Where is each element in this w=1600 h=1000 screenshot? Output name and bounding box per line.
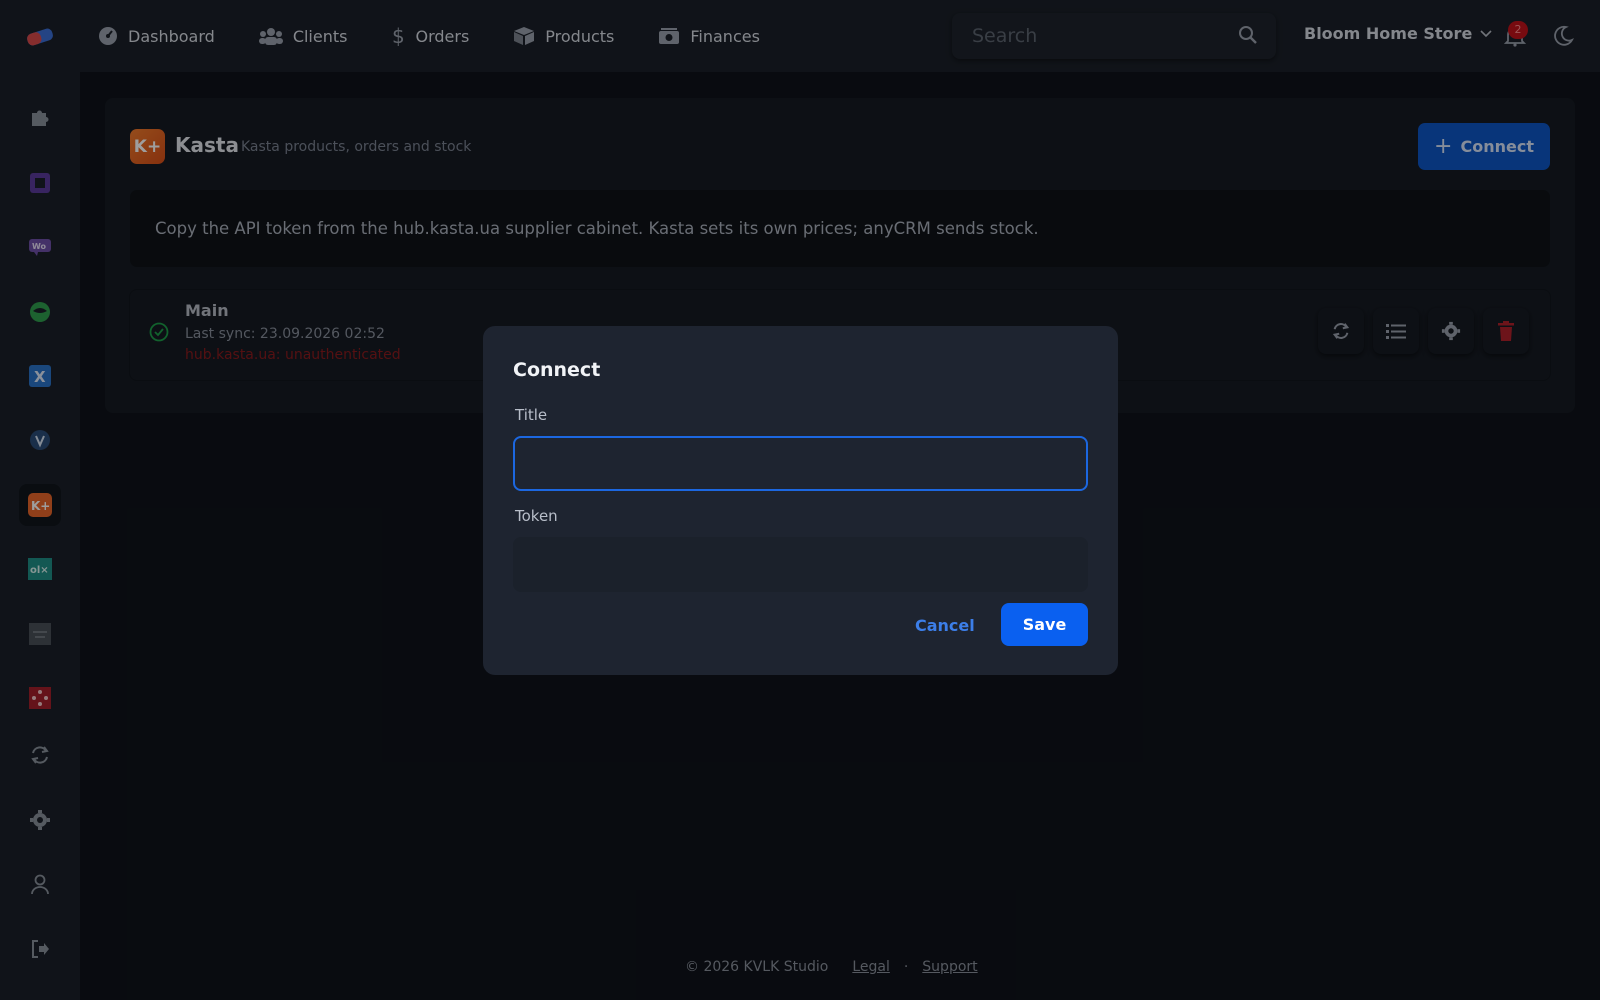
title-field-label: Title [515,406,548,424]
cancel-button[interactable]: Cancel [915,616,975,635]
modal-title: Connect [513,359,601,381]
token-field-label: Token [515,507,558,525]
save-button[interactable]: Save [1001,603,1088,646]
title-field[interactable] [513,436,1088,491]
token-field[interactable] [513,537,1088,592]
connect-modal: Connect Title Token Cancel Save [483,326,1118,675]
